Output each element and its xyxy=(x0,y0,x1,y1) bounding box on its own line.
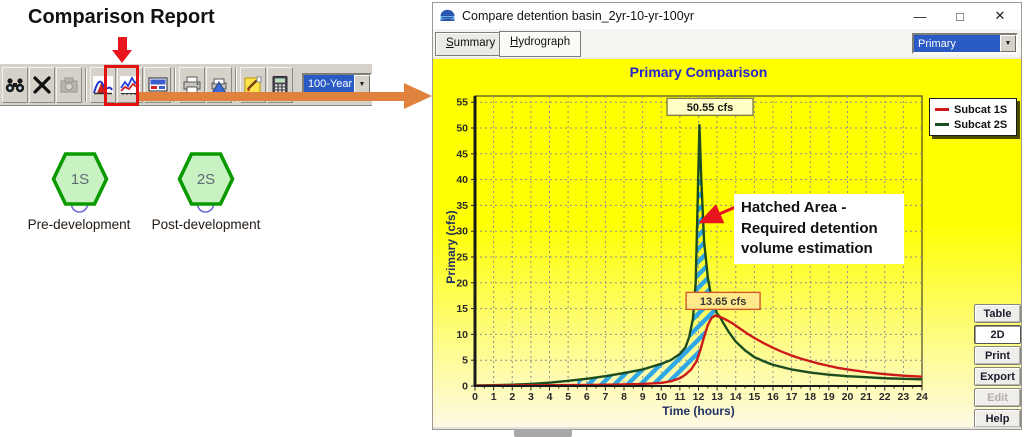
node-id: 1S xyxy=(71,171,89,188)
view-dropdown[interactable]: Primary ▼ xyxy=(912,33,1018,54)
flow-arrow-bar xyxy=(138,92,406,101)
tab-label: ydrograph xyxy=(518,36,571,48)
snapshot-disabled-icon xyxy=(60,77,78,92)
svg-text:23: 23 xyxy=(898,391,910,403)
print-button[interactable]: Print xyxy=(974,346,1021,365)
pointer-arrow-icon xyxy=(112,37,133,63)
background-fragment xyxy=(514,429,572,437)
chart-title: Primary Comparison xyxy=(629,64,768,80)
table-button[interactable]: Table xyxy=(974,304,1021,323)
svg-text:14: 14 xyxy=(730,391,742,403)
view-dropdown-value: Primary xyxy=(914,35,1000,52)
svg-text:18: 18 xyxy=(804,391,816,403)
area-chart-icon xyxy=(93,75,114,94)
svg-text:11: 11 xyxy=(674,391,685,403)
svg-text:16: 16 xyxy=(767,391,779,403)
app-icon xyxy=(440,9,455,21)
svg-text:13.65 cfs: 13.65 cfs xyxy=(700,296,746,308)
legend: Subcat 1S Subcat 2S xyxy=(929,98,1017,136)
export-button[interactable]: Export xyxy=(974,367,1021,386)
svg-text:20: 20 xyxy=(842,391,854,403)
svg-text:12: 12 xyxy=(693,391,705,403)
side-buttons: Table 2D Print Export Edit Help xyxy=(974,304,1021,427)
legend-line-swatch xyxy=(935,108,949,111)
tab-accel: S xyxy=(446,37,454,49)
svg-text:3: 3 xyxy=(528,391,534,403)
legend-label: Subcat 2S xyxy=(954,118,1008,131)
svg-text:5: 5 xyxy=(565,391,571,403)
compare-window: Compare detention basin_2yr-10-yr-100yr … xyxy=(432,2,1022,430)
toolbar-button-snapshot[interactable] xyxy=(56,66,83,103)
legend-label: Subcat 1S xyxy=(954,103,1008,116)
svg-text:17: 17 xyxy=(786,391,798,403)
svg-text:7: 7 xyxy=(602,391,608,403)
y-axis-title: Primary (cfs) xyxy=(444,210,458,284)
node-id: 2S xyxy=(197,171,215,188)
edit-button: Edit xyxy=(974,388,1021,407)
svg-text:1: 1 xyxy=(491,391,497,403)
svg-text:21: 21 xyxy=(860,391,872,403)
node-pre-development[interactable]: 1S xyxy=(51,151,109,220)
flow-arrow-tip xyxy=(404,83,432,109)
binoculars-icon xyxy=(5,77,25,92)
svg-text:55: 55 xyxy=(456,97,468,109)
close-button[interactable]: ✕ xyxy=(987,8,1013,24)
arrow-stem xyxy=(118,37,127,51)
screenshot-root: Comparison Report 100-Year ▼ 1S 2S Pre-d… xyxy=(0,0,1024,437)
page-title: Comparison Report xyxy=(28,6,215,28)
toolbar-separator xyxy=(85,67,88,102)
svg-text:15: 15 xyxy=(749,391,761,403)
svg-text:6: 6 xyxy=(584,391,590,403)
chevron-down-icon[interactable]: ▼ xyxy=(1000,35,1016,52)
svg-text:50.55 cfs: 50.55 cfs xyxy=(687,102,733,114)
x-axis-title: Time (hours) xyxy=(662,404,735,418)
svg-text:45: 45 xyxy=(456,148,468,160)
tab-summary[interactable]: Summary xyxy=(435,32,507,56)
svg-text:10: 10 xyxy=(456,329,468,341)
titlebar[interactable]: Compare detention basin_2yr-10-yr-100yr … xyxy=(433,3,1021,29)
legend-line-swatch xyxy=(935,123,949,126)
window-title: Compare detention basin_2yr-10-yr-100yr xyxy=(462,9,695,23)
node-label-pre: Pre-development xyxy=(27,217,131,232)
svg-text:8: 8 xyxy=(621,391,627,403)
toolbar-button-area-chart[interactable] xyxy=(90,66,117,103)
legend-item: Subcat 1S xyxy=(935,102,1011,117)
toolbar-button-find[interactable] xyxy=(2,66,29,103)
svg-text:0: 0 xyxy=(462,381,468,393)
tab-bar: Summary Hydrograph Primary ▼ xyxy=(433,29,1021,59)
svg-text:2: 2 xyxy=(509,391,515,403)
peak-callout: 13.65 cfs xyxy=(685,291,761,311)
node-label-post: Post-development xyxy=(151,217,261,232)
svg-text:10: 10 xyxy=(655,391,667,403)
svg-text:9: 9 xyxy=(640,391,646,403)
svg-text:50: 50 xyxy=(456,122,468,134)
svg-text:4: 4 xyxy=(547,391,553,403)
svg-text:24: 24 xyxy=(916,391,928,403)
legend-item: Subcat 2S xyxy=(935,117,1011,132)
minimize-button[interactable]: — xyxy=(907,9,933,24)
svg-text:19: 19 xyxy=(823,391,835,403)
tab-hydrograph[interactable]: Hydrograph xyxy=(499,31,582,57)
peak-callout: 50.55 cfs xyxy=(666,97,754,117)
toolbar-button-delete[interactable] xyxy=(29,66,56,103)
delete-x-icon xyxy=(33,75,51,94)
node-post-development[interactable]: 2S xyxy=(177,151,235,220)
help-button[interactable]: Help xyxy=(974,409,1021,427)
maximize-button[interactable]: □ xyxy=(947,9,973,24)
svg-text:5: 5 xyxy=(462,355,468,367)
annotation: Hatched Area - Required detention volume… xyxy=(734,194,904,265)
tab-label: ummary xyxy=(453,37,496,49)
svg-text:0: 0 xyxy=(472,391,478,403)
chart-panel: 0 1 2 3 4 5 6 7 8 9 10 11 12 13 14 15 16 17 18 19 20 21 22 23 24… xyxy=(433,59,1021,427)
svg-text:22: 22 xyxy=(879,391,891,403)
2d-button[interactable]: 2D xyxy=(974,325,1021,344)
arrow-head xyxy=(112,50,132,63)
svg-text:13: 13 xyxy=(711,391,723,403)
